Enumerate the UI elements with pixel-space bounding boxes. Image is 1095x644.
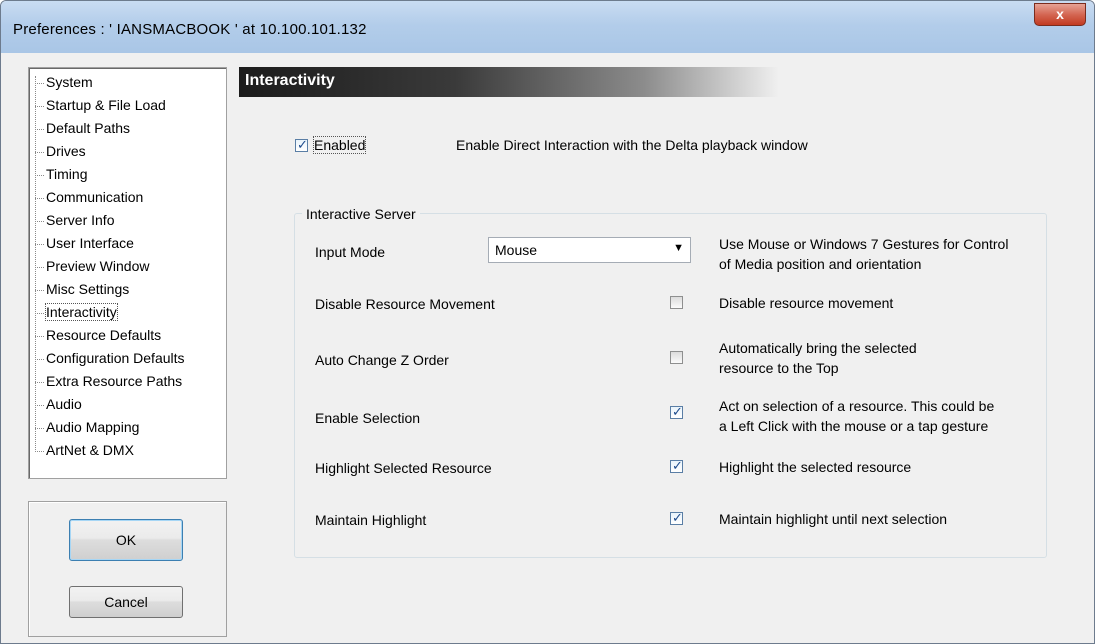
section-header-bar: Interactivity [239,67,779,97]
maintain-highlight-label: Maintain Highlight [315,512,427,528]
tree-item-user-interface[interactable]: User Interface [35,234,134,256]
tree-item-startup[interactable]: Startup & File Load [35,96,166,118]
tree-item-audio-mapping[interactable]: Audio Mapping [35,418,139,440]
enable-selection-description-2: a Left Click with the mouse or a tap ges… [719,418,989,434]
auto-change-z-order-label: Auto Change Z Order [315,352,449,368]
disable-resource-movement-label: Disable Resource Movement [315,296,495,312]
check-icon: ✓ [297,137,308,152]
check-icon: ✓ [672,510,683,525]
title-bar[interactable]: Preferences : ' IANSMACBOOK ' at 10.100.… [1,1,1094,53]
tree-item-system[interactable]: System [35,73,93,95]
maintain-highlight-checkbox[interactable]: ✓ [670,510,683,525]
tree-item-misc-settings[interactable]: Misc Settings [35,280,129,302]
enable-selection-description-1: Act on selection of a resource. This cou… [719,398,995,414]
preferences-window: Preferences : ' IANSMACBOOK ' at 10.100.… [0,0,1095,644]
ok-button[interactable]: OK [69,519,183,561]
group-title: Interactive Server [302,206,420,222]
auto-change-z-order-description-1: Automatically bring the selected [719,340,917,356]
section-header: Interactivity [245,72,335,89]
tree-item-communication[interactable]: Communication [35,188,143,210]
tree-item-drives[interactable]: Drives [35,142,86,164]
cancel-button[interactable]: Cancel [69,586,183,618]
auto-change-z-order-checkbox[interactable] [670,351,683,364]
highlight-selected-resource-label: Highlight Selected Resource [315,460,492,476]
button-panel: OK Cancel [28,501,227,637]
enable-selection-label: Enable Selection [315,410,421,426]
input-mode-value: Mouse [495,242,538,258]
window-title: Preferences : ' IANSMACBOOK ' at 10.100.… [13,21,367,38]
tree-item-interactivity[interactable]: Interactivity [35,303,118,325]
close-icon: x [1056,6,1064,22]
chevron-down-icon: ▼ [673,242,684,254]
tree-item-server-info[interactable]: Server Info [35,211,114,233]
enabled-checkbox[interactable]: ✓ [295,137,308,152]
tree-item-artnet-dmx[interactable]: ArtNet & DMX [35,441,134,463]
tree-item-default-paths[interactable]: Default Paths [35,119,130,141]
check-icon: ✓ [672,404,683,419]
input-mode-select[interactable]: Mouse ▼ [488,237,691,263]
tree-item-preview-window[interactable]: Preview Window [35,257,149,279]
disable-resource-movement-description: Disable resource movement [719,295,894,311]
auto-change-z-order-description-2: resource to the Top [719,360,839,376]
tree-item-resource-defaults[interactable]: Resource Defaults [35,326,161,348]
tree-item-timing[interactable]: Timing [35,165,88,187]
maintain-highlight-description: Maintain highlight until next selection [719,511,948,527]
disable-resource-movement-checkbox[interactable] [670,296,683,309]
highlight-selected-resource-description: Highlight the selected resource [719,459,912,475]
category-tree: System Startup & File Load Default Paths… [28,67,227,479]
tree-item-configuration-defaults[interactable]: Configuration Defaults [35,349,185,371]
check-icon: ✓ [672,458,683,473]
enabled-label[interactable]: Enabled [312,136,367,154]
tree-item-extra-resource-paths[interactable]: Extra Resource Paths [35,372,182,394]
input-mode-description-2: of Media position and orientation [719,256,922,272]
input-mode-label: Input Mode [315,244,386,260]
enabled-description: Enable Direct Interaction with the Delta… [456,137,808,153]
close-button[interactable]: x [1034,3,1086,26]
enable-selection-checkbox[interactable]: ✓ [670,404,683,419]
highlight-selected-resource-checkbox[interactable]: ✓ [670,458,683,473]
interactive-server-group [294,213,1047,558]
input-mode-description-1: Use Mouse or Windows 7 Gestures for Cont… [719,236,1009,252]
tree-item-audio[interactable]: Audio [35,395,82,417]
